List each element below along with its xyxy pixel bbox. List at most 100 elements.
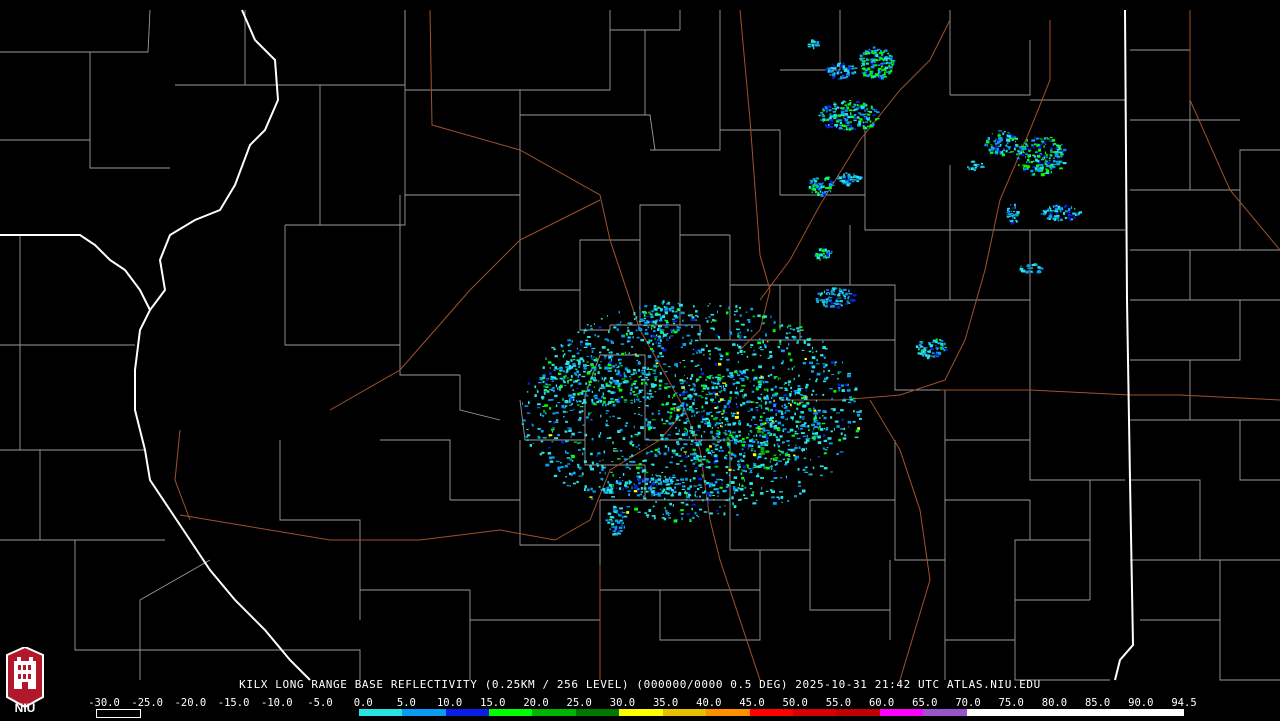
- radar-echo: [825, 429, 828, 431]
- radar-echo: [823, 434, 826, 438]
- radar-echo: [785, 418, 787, 420]
- radar-echo: [776, 443, 779, 445]
- radar-echo: [831, 63, 833, 66]
- radar-echo: [1052, 144, 1054, 147]
- radar-echo: [698, 349, 701, 352]
- radar-echo: [694, 388, 696, 391]
- radar-echo: [717, 374, 721, 376]
- radar-echo: [614, 398, 619, 401]
- radar-echo: [817, 426, 821, 430]
- radar-echo: [884, 57, 887, 61]
- radar-echo: [795, 420, 797, 424]
- radar-echo: [927, 341, 930, 343]
- radar-echo: [652, 505, 655, 508]
- radar-echo: [687, 314, 692, 317]
- radar-echo: [796, 425, 799, 428]
- radar-echo: [1023, 164, 1027, 168]
- radar-echo: [840, 111, 845, 115]
- radar-echo: [551, 441, 554, 443]
- radar-echo: [932, 355, 936, 358]
- radar-echo: [845, 106, 849, 108]
- radar-echo: [747, 378, 749, 380]
- radar-echo: [573, 380, 575, 383]
- radar-echo: [631, 346, 634, 348]
- radar-echo: [780, 416, 785, 419]
- radar-echo: [534, 385, 537, 389]
- radar-echo: [853, 397, 856, 399]
- radar-echo: [578, 441, 582, 444]
- radar-echo: [638, 481, 642, 483]
- radar-echo: [615, 363, 617, 366]
- radar-echo: [592, 372, 594, 374]
- radar-echo: [1074, 207, 1076, 210]
- radar-echo: [660, 355, 664, 358]
- radar-echo: [565, 400, 569, 404]
- radar-echo: [802, 435, 807, 437]
- radar-echo: [773, 321, 776, 324]
- radar-echo: [618, 477, 622, 479]
- radar-echo: [794, 430, 797, 433]
- radar-echo: [650, 463, 655, 466]
- radar-echo: [798, 427, 800, 430]
- radar-echo: [603, 400, 606, 404]
- radar-echo: [622, 437, 626, 440]
- radar-echo: [837, 383, 841, 386]
- radar-echo: [640, 487, 643, 490]
- radar-echo: [826, 289, 829, 291]
- radar-echo: [996, 148, 999, 150]
- radar-echo: [867, 67, 871, 71]
- radar-echo: [883, 50, 885, 53]
- radar-echo: [811, 191, 814, 194]
- radar-echo: [765, 490, 769, 492]
- radar-echo: [745, 311, 748, 313]
- radar-echo: [653, 308, 658, 311]
- radar-echo: [652, 349, 655, 353]
- radar-echo: [608, 489, 611, 493]
- radar-echo: [665, 480, 669, 483]
- radar-echo: [832, 67, 837, 70]
- radar-echo: [772, 366, 775, 370]
- radar-echo: [733, 438, 738, 442]
- colorbar-label: 90.0: [1128, 697, 1154, 709]
- radar-echo: [805, 447, 807, 450]
- radar-echo: [1051, 139, 1055, 142]
- radar-echo: [668, 517, 671, 519]
- radar-echo: [658, 379, 663, 383]
- radar-echo: [651, 343, 655, 346]
- radar-echo: [695, 350, 699, 353]
- radar-echo: [844, 101, 847, 103]
- radar-echo: [1059, 155, 1063, 158]
- radar-echo: [662, 423, 667, 425]
- radar-echo: [836, 69, 838, 72]
- radar-echo: [555, 368, 560, 370]
- radar-echo: [639, 467, 643, 469]
- radar-echo: [664, 445, 668, 448]
- radar-echo: [823, 467, 828, 470]
- radar-echo: [1031, 173, 1034, 176]
- radar-echo: [1010, 210, 1013, 213]
- radar-echo: [669, 336, 671, 339]
- radar-echo: [801, 448, 805, 451]
- radar-echo: [807, 425, 810, 428]
- radar-echo: [663, 452, 667, 456]
- radar-echo: [732, 502, 734, 506]
- radar-echo: [830, 122, 834, 125]
- radar-echo: [864, 127, 868, 130]
- radar-echo: [1044, 209, 1047, 211]
- radar-echo: [820, 185, 825, 188]
- radar-echo: [613, 511, 617, 513]
- radar-echo: [729, 391, 733, 394]
- radar-echo: [845, 121, 847, 124]
- radar-echo: [821, 249, 825, 252]
- radar-echo: [609, 518, 613, 521]
- radar-echo: [718, 431, 721, 433]
- radar-echo: [553, 369, 556, 372]
- radar-echo: [691, 318, 695, 321]
- radar-echo: [736, 309, 738, 313]
- radar-echo: [1025, 156, 1027, 158]
- radar-echo: [675, 432, 680, 435]
- radar-echo: [814, 425, 818, 428]
- radar-echo: [1005, 145, 1008, 148]
- radar-echo: [550, 378, 554, 380]
- radar-echo: [553, 421, 556, 424]
